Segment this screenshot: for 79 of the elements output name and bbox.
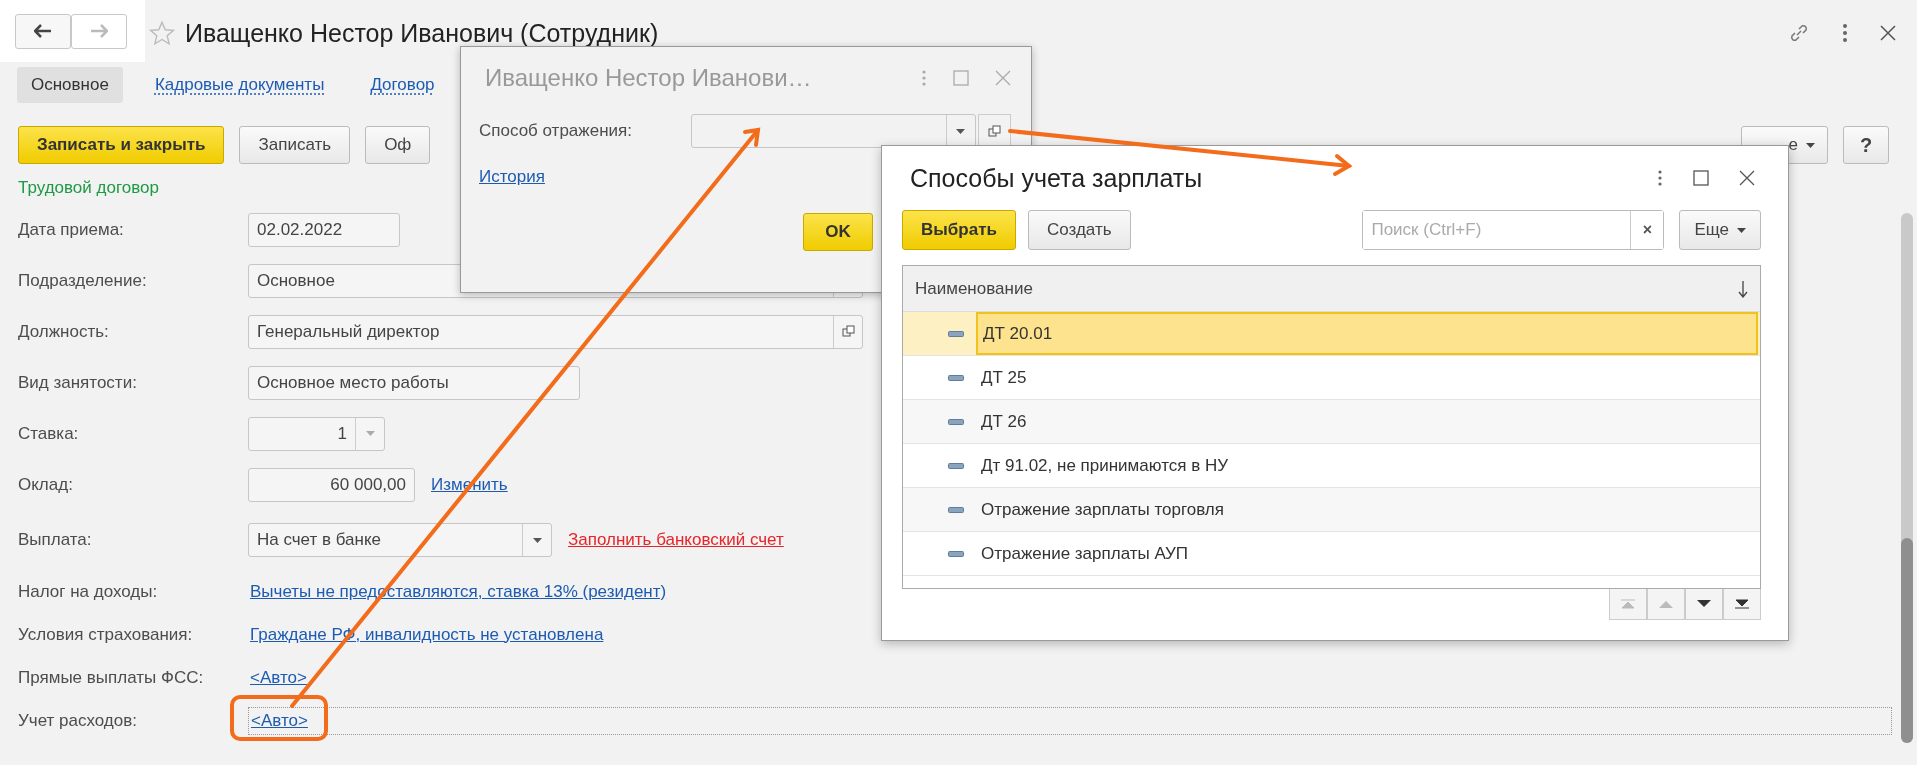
dropdown-icon[interactable] [956, 128, 966, 134]
method-field[interactable] [691, 114, 976, 148]
tab[interactable]: Основное [17, 67, 123, 103]
toolbar-button[interactable]: Записать [239, 126, 351, 164]
select-button[interactable]: Выбрать [902, 210, 1016, 250]
more-icon[interactable] [1657, 169, 1663, 187]
value-field[interactable]: <Авто> [248, 706, 1892, 735]
back-button[interactable] [15, 13, 71, 49]
create-button[interactable]: Создать [1027, 210, 1131, 250]
up-icon [1658, 600, 1674, 608]
dialog-title: Иващенко Нестор Иванови… [485, 64, 812, 92]
forward-arrow-icon [90, 24, 108, 38]
item-icon [948, 374, 964, 381]
value-link[interactable]: <Авто> [251, 710, 308, 731]
close-icon[interactable] [1739, 170, 1755, 186]
field-label: Ставка: [18, 423, 80, 444]
down-button[interactable] [1685, 589, 1723, 620]
ok-button[interactable]: OK [803, 213, 873, 251]
table-cell-text: Отражение зарплаты торговля [980, 498, 1225, 521]
table-cell-text: ДТ 25 [980, 366, 1028, 389]
close-icon[interactable] [1879, 24, 1897, 42]
star-icon[interactable] [149, 20, 175, 46]
field-label: Должность: [18, 321, 110, 342]
field-label: Условия страхования: [18, 624, 194, 645]
item-icon [948, 550, 964, 557]
dropdown-icon[interactable] [532, 537, 542, 543]
scrollbar[interactable] [1901, 213, 1913, 743]
more-button[interactable]: Еще [1679, 210, 1761, 250]
help-button[interactable]: ? [1843, 126, 1889, 164]
input-field[interactable]: 60 000,00 [248, 467, 415, 502]
column-header[interactable]: Наименование [915, 278, 1033, 299]
first-icon [1620, 599, 1636, 609]
table-cell-text: Дт 91.02, не принимаются в НУ [980, 454, 1229, 477]
caret-icon [1806, 142, 1815, 148]
field-label: Вид занятости: [18, 372, 138, 393]
field-label: Выплата: [18, 530, 93, 550]
sort-arrow-icon[interactable] [1738, 279, 1748, 298]
field-label: Оклад: [18, 474, 74, 495]
input-field[interactable]: 1 [248, 416, 385, 451]
field-label: Способ отражения: [479, 121, 633, 141]
input-field[interactable]: 02.02.2022 [248, 212, 400, 247]
input-field[interactable]: На счет в банке [248, 523, 552, 557]
item-icon [948, 418, 964, 425]
table-cell-text: ДТ 26 [980, 410, 1028, 433]
more-icon[interactable] [1841, 22, 1849, 44]
section-title: Трудовой договор [18, 178, 159, 198]
field-label: Дата приема: [18, 219, 125, 240]
open-icon [988, 124, 1001, 138]
toolbar-button[interactable]: Оф [365, 126, 431, 164]
save-close-button[interactable]: Записать и закрыть [18, 126, 225, 164]
last-page-button[interactable] [1723, 589, 1761, 620]
field-label: Прямые выплаты ФСС: [18, 667, 205, 688]
open-icon[interactable] [841, 325, 855, 338]
last-icon [1734, 599, 1750, 609]
item-icon [948, 330, 964, 337]
value-link[interactable]: <Авто> [250, 667, 307, 688]
window-title: Иващенко Нестор Иванович (Сотрудник) [185, 18, 659, 48]
dialog-title: Способы учета зарплаты [910, 163, 1203, 193]
tab[interactable]: Договор [356, 67, 449, 103]
caret-icon [1737, 227, 1746, 233]
table-row[interactable]: ДТ 26 [903, 400, 1760, 444]
clear-button[interactable]: × [1630, 211, 1664, 249]
table-row[interactable]: Отражение зарплаты АУП [903, 532, 1760, 576]
field-label: Налог на доходы: [18, 581, 159, 602]
item-icon [948, 506, 964, 513]
table-row[interactable]: Отражение зарплаты торговля [903, 488, 1760, 532]
input-field[interactable]: Основное место работы [248, 365, 580, 400]
action-link[interactable]: Заполнить банковский счет [568, 530, 784, 550]
history-link[interactable]: История [479, 167, 545, 187]
table-cell-text: Отражение зарплаты АУП [980, 542, 1190, 565]
input-field[interactable]: Генеральный директор [248, 314, 863, 349]
field-label: Учет расходов: [18, 710, 138, 731]
maximize-icon[interactable] [1693, 170, 1709, 186]
item-icon [948, 462, 964, 469]
tab[interactable]: Кадровые документы [140, 67, 339, 103]
down-icon [1696, 600, 1712, 608]
search-field[interactable]: Поиск (Ctrl+F) × [1362, 210, 1665, 250]
field-label: Подразделение: [18, 270, 148, 291]
back-arrow-icon [34, 24, 52, 38]
